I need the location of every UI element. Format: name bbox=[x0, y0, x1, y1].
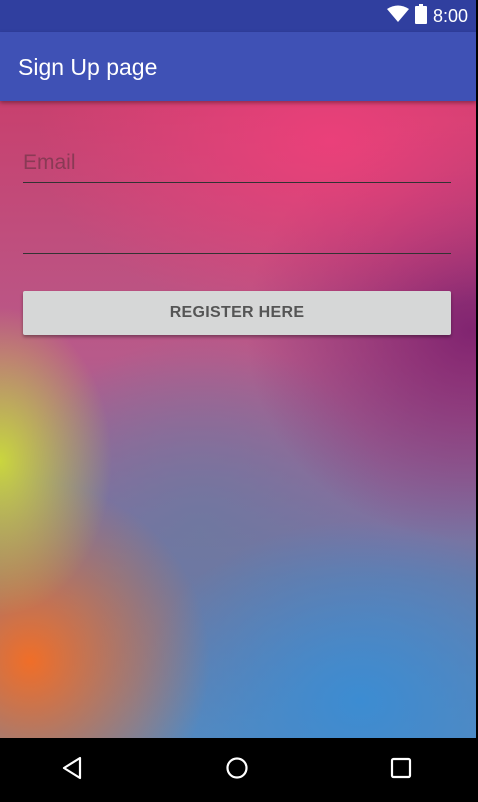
signup-content: REGISTER HERE bbox=[0, 101, 476, 738]
email-input[interactable] bbox=[23, 146, 451, 180]
home-button[interactable] bbox=[217, 752, 257, 788]
recents-icon bbox=[390, 757, 412, 784]
password-field[interactable] bbox=[23, 217, 451, 254]
back-button[interactable] bbox=[52, 752, 92, 788]
android-screen: 8:00 Sign Up page REGISTER HERE bbox=[0, 0, 478, 802]
app-bar: Sign Up page bbox=[0, 32, 476, 101]
back-icon bbox=[61, 756, 83, 785]
password-input[interactable] bbox=[23, 217, 451, 251]
status-bar: 8:00 bbox=[0, 0, 476, 32]
status-icons: 8:00 bbox=[386, 3, 468, 29]
recents-button[interactable] bbox=[381, 752, 421, 788]
email-field[interactable] bbox=[23, 146, 451, 183]
home-icon bbox=[225, 756, 249, 785]
status-time: 8:00 bbox=[432, 6, 468, 26]
navigation-bar bbox=[0, 738, 478, 802]
battery-icon bbox=[414, 3, 427, 29]
wifi-icon bbox=[386, 5, 409, 28]
page-title: Sign Up page bbox=[18, 54, 158, 80]
register-button[interactable]: REGISTER HERE bbox=[23, 291, 451, 335]
